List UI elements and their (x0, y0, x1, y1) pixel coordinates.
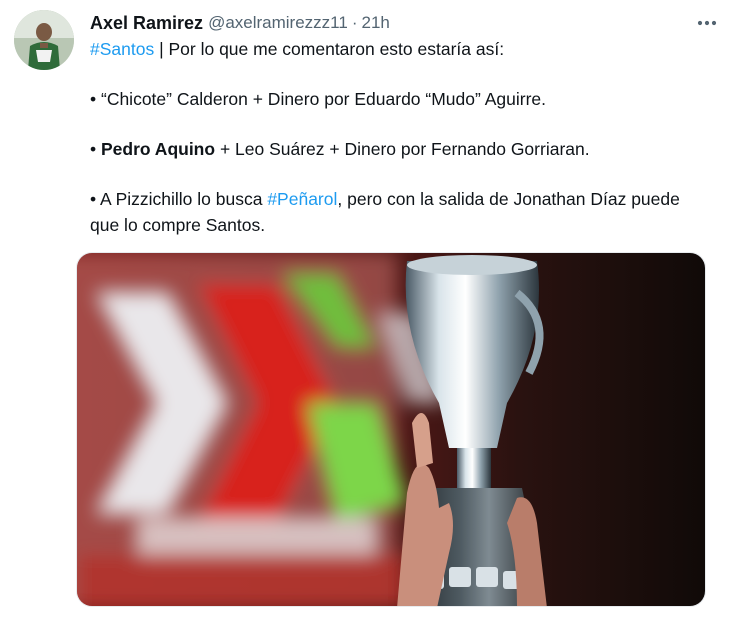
dot-separator: · (351, 13, 358, 32)
more-options-button[interactable] (692, 10, 722, 36)
tweet-media-image[interactable] (76, 252, 706, 607)
bold-name: Pedro Aquino (101, 139, 216, 159)
avatar-image (14, 10, 74, 70)
line-1-text: | Por lo que me comentaron esto estaría … (154, 39, 505, 59)
tweet[interactable]: Axel Ramirez @axelramirezzz11 · 21h #San… (0, 0, 740, 617)
line-4-pre: • A Pizzichillo lo busca (90, 189, 268, 209)
author-name[interactable]: Axel Ramirez (90, 13, 203, 34)
hashtag-penarol[interactable]: #Peñarol (267, 189, 337, 209)
line-3-text: + Leo Suárez + Dinero por Fernando Gorri… (215, 139, 590, 159)
tweet-header: Axel Ramirez @axelramirezzz11 · 21h (90, 11, 724, 35)
avatar-column (14, 10, 76, 617)
tweet-text: #Santos | Por lo que me comentaron esto … (90, 36, 724, 238)
avatar[interactable] (14, 10, 74, 70)
author-handle[interactable]: @axelramirezzz11 (208, 13, 348, 33)
tweet-line-5: que lo compre Santos. (90, 215, 266, 235)
more-horizontal-icon (697, 20, 717, 26)
trophy-photo (77, 253, 705, 606)
bullet: • (90, 139, 101, 159)
tweet-content: Axel Ramirez @axelramirezzz11 · 21h #San… (76, 10, 724, 617)
timestamp[interactable]: 21h (362, 13, 390, 33)
tweet-line-4: • A Pizzichillo lo busca #Peñarol, pero … (90, 186, 724, 212)
tweet-line-2: • “Chicote” Calderon + Dinero por Eduard… (90, 89, 546, 109)
tweet-line-3: • Pedro Aquino + Leo Suárez + Dinero por… (90, 136, 724, 162)
line-4-post: , pero con la salida de Jonathan Díaz pu… (337, 189, 680, 209)
hashtag-santos[interactable]: #Santos (90, 39, 154, 59)
tweet-line-1: #Santos | Por lo que me comentaron esto … (90, 36, 724, 62)
